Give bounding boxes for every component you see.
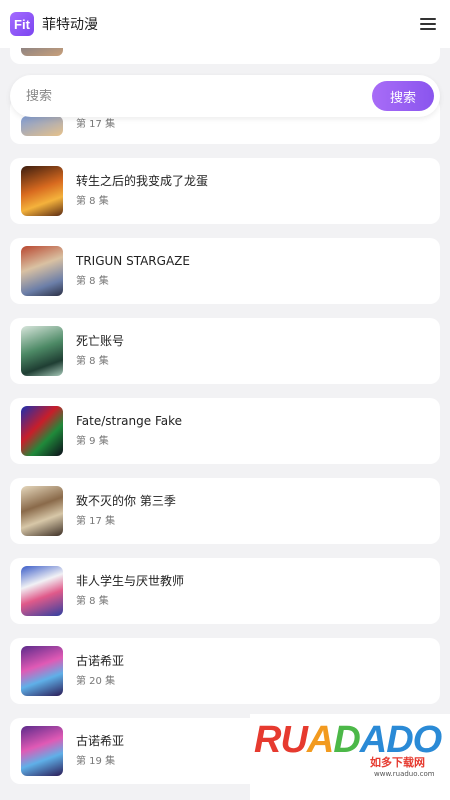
anime-title: 致不灭的你 第三季 [76, 494, 176, 508]
anime-title: 转生之后的我变成了龙蛋 [76, 174, 209, 188]
list-item[interactable]: 致不灭的你 第三季 第 17 集 [10, 478, 440, 544]
poster-thumbnail [21, 486, 63, 536]
episode-label: 第 19 集 [76, 756, 116, 767]
poster-thumbnail [21, 246, 63, 296]
search-input[interactable] [26, 88, 372, 104]
poster-thumbnail [21, 166, 63, 216]
app-header: Fit 菲特动漫 [0, 0, 450, 48]
watermark-url: www.ruaduo.com [374, 770, 435, 778]
poster-thumbnail [21, 406, 63, 456]
anime-title: Fate/strange Fake [76, 414, 183, 428]
list-item[interactable]: 古诺希亚 第 20 集 [10, 638, 440, 704]
episode-label: 第 17 集 [76, 119, 116, 130]
episode-label: 第 8 集 [76, 276, 109, 287]
poster-thumbnail [21, 566, 63, 616]
anime-title: 非人学生与厌世教师 [76, 574, 185, 588]
list-item[interactable]: 死亡账号 第 8 集 [10, 318, 440, 384]
hamburger-menu-icon[interactable] [418, 16, 438, 32]
poster-thumbnail [21, 726, 63, 776]
episode-label: 第 20 集 [76, 676, 116, 687]
anime-title: 古诺希亚 [76, 654, 125, 668]
anime-title: TRIGUN STARGAZE [76, 254, 190, 268]
episode-label: 第 9 集 [76, 436, 109, 447]
watermark-logo: RUADADO 如多下载网 www.ruaduo.com [250, 714, 450, 800]
episode-label: 第 8 集 [76, 196, 109, 207]
list-item[interactable]: TRIGUN STARGAZE 第 8 集 [10, 238, 440, 304]
list-item[interactable]: 转生之后的我变成了龙蛋 第 8 集 [10, 158, 440, 224]
list-item[interactable]: Fate/strange Fake 第 9 集 [10, 398, 440, 464]
list-item[interactable]: 非人学生与厌世教师 第 8 集 [10, 558, 440, 624]
episode-label: 第 17 集 [76, 516, 116, 527]
app-title: 菲特动漫 [42, 17, 98, 33]
episode-label: 第 8 集 [76, 356, 109, 367]
poster-thumbnail [21, 326, 63, 376]
search-bar: 搜索 [10, 75, 440, 117]
anime-title: 死亡账号 [76, 334, 125, 348]
anime-title: 古诺希亚 [76, 734, 125, 748]
app-logo[interactable]: Fit [10, 12, 34, 36]
poster-thumbnail [21, 646, 63, 696]
episode-label: 第 8 集 [76, 596, 109, 607]
poster-thumbnail [21, 116, 63, 136]
watermark-subtitle: 如多下载网 [370, 756, 425, 769]
search-button[interactable]: 搜索 [372, 81, 434, 111]
